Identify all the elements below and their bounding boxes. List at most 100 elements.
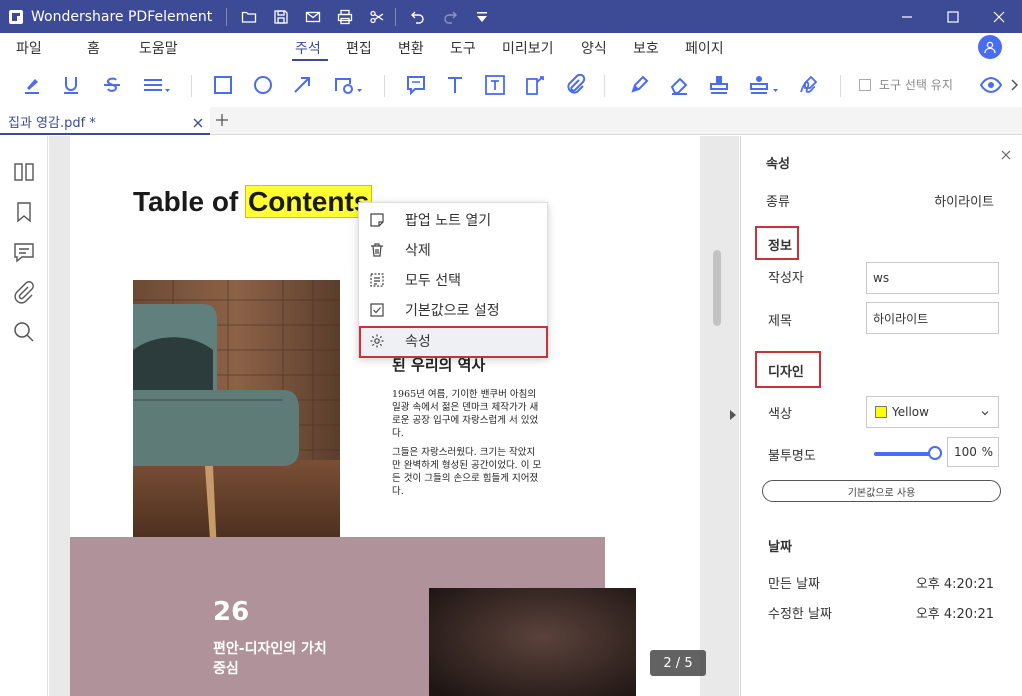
ctx-open-popup-note[interactable]: 팝업 노트 열기 <box>359 205 547 235</box>
created-value: 오후 4:20:21 <box>915 577 994 592</box>
type-label: 종류 <box>766 195 790 210</box>
menu-bar: 파일 홈 도움말 주석 편집 변환 도구 미리보기 양식 보호 페이지 <box>0 33 1022 63</box>
search-icon[interactable] <box>12 320 36 344</box>
underline-icon[interactable] <box>56 71 86 99</box>
page-indicator: 2 / 5 <box>650 650 706 676</box>
ctx-delete[interactable]: 삭제 <box>359 235 547 265</box>
rectangle-icon[interactable] <box>208 71 238 99</box>
thumbnails-icon[interactable] <box>12 160 36 184</box>
save-icon[interactable] <box>265 0 297 33</box>
color-swatch <box>875 406 887 418</box>
menu-file[interactable]: 파일 <box>16 38 42 58</box>
opacity-slider-track[interactable] <box>874 452 936 456</box>
document-tab-bar: 집과 영감.pdf * <box>0 107 1022 135</box>
interior-photo <box>429 588 636 696</box>
pdfelement-logo-icon <box>8 9 24 25</box>
attachment-icon[interactable] <box>560 71 590 99</box>
chair-photo <box>133 280 340 563</box>
attachment-panel-icon[interactable] <box>12 280 36 304</box>
cut-icon[interactable] <box>361 0 393 33</box>
eye-icon[interactable] <box>976 71 1006 99</box>
keep-tool-checkbox[interactable] <box>859 78 871 91</box>
note-icon[interactable] <box>401 71 431 99</box>
modified-label: 수정한 날짜 <box>768 607 832 622</box>
pencil-icon[interactable] <box>624 71 654 99</box>
subject-input[interactable] <box>866 302 999 334</box>
menu-comment[interactable]: 주석 <box>295 38 321 58</box>
trash-icon <box>371 243 383 257</box>
mail-icon[interactable] <box>297 0 329 33</box>
ctx-set-default[interactable]: 기본값으로 설정 <box>359 295 547 325</box>
popup-note-icon <box>370 213 384 227</box>
close-panel-icon[interactable] <box>1000 146 1012 160</box>
keep-tool-option[interactable]: 도구 선택 유지 <box>859 76 953 93</box>
textbox-icon[interactable] <box>480 71 510 99</box>
context-menu: 팝업 노트 열기 삭제 모두 선택 기본값으로 설정 속성 <box>358 202 548 358</box>
print-icon[interactable] <box>329 0 361 33</box>
highlight-icon[interactable] <box>17 71 47 99</box>
menu-protect[interactable]: 보호 <box>633 38 659 58</box>
text-icon[interactable] <box>440 71 470 99</box>
menu-page[interactable]: 페이지 <box>685 38 724 58</box>
document-tab[interactable]: 집과 영감.pdf * <box>0 107 210 135</box>
redo-icon[interactable] <box>434 0 466 33</box>
new-tab-icon[interactable] <box>214 112 230 128</box>
toolbar-separator-4 <box>840 75 841 97</box>
opacity-slider-thumb[interactable] <box>928 446 942 460</box>
minimize-icon[interactable] <box>884 0 930 33</box>
menu-edit[interactable]: 편집 <box>346 38 372 58</box>
toolbar-more-icon[interactable] <box>1006 71 1022 99</box>
menu-convert[interactable]: 변환 <box>398 38 424 58</box>
close-window-icon[interactable] <box>976 0 1022 33</box>
user-avatar-icon[interactable] <box>978 35 1002 59</box>
author-input[interactable] <box>866 262 999 294</box>
menu-form[interactable]: 양식 <box>581 38 607 58</box>
strikethrough-icon[interactable] <box>97 71 127 99</box>
chevron-down-icon <box>981 411 989 416</box>
undo-icon[interactable] <box>402 0 434 33</box>
properties-highlight-frame <box>359 326 548 358</box>
use-default-button[interactable]: 기본값으로 사용 <box>762 480 1001 502</box>
body-paragraph-2: 그들은 자랑스러웠다. 크기는 작았지만 완벽하게 형성된 공간이었다. 이 모… <box>392 447 542 497</box>
stamp-menu-icon[interactable] <box>744 71 784 99</box>
close-tab-icon[interactable] <box>192 114 204 128</box>
lines-icon[interactable] <box>137 71 175 99</box>
menu-preview[interactable]: 미리보기 <box>502 38 554 58</box>
keep-tool-label: 도구 선택 유지 <box>879 78 953 92</box>
author-label: 작성자 <box>768 271 804 286</box>
bookmark-icon[interactable] <box>12 200 36 224</box>
title-separator <box>226 7 228 26</box>
active-menu-indicator <box>292 59 328 61</box>
menu-tools[interactable]: 도구 <box>450 38 476 58</box>
callout-icon[interactable] <box>520 71 550 99</box>
toolbar-separator-3 <box>604 75 605 97</box>
opacity-input[interactable]: 100 % <box>947 437 999 467</box>
open-folder-icon[interactable] <box>233 0 265 33</box>
ctx-select-all[interactable]: 모두 선택 <box>359 265 547 295</box>
document-tab-label: 집과 영감.pdf * <box>8 116 96 131</box>
shape-icon[interactable] <box>328 71 368 99</box>
body-paragraph-1: 1965년 여름, 기이한 밴쿠버 아침의 일광 속에서 젊은 덴마크 제작가가… <box>392 389 539 439</box>
stamp-icon[interactable] <box>704 71 734 99</box>
signature-icon[interactable] <box>793 71 823 99</box>
highlight-annotation[interactable]: Contents <box>245 185 373 218</box>
menu-help[interactable]: 도움말 <box>139 38 178 58</box>
window-controls <box>884 0 1022 33</box>
vertical-scrollbar[interactable] <box>713 250 721 326</box>
eraser-icon[interactable] <box>664 71 694 99</box>
toolbar-separator-1 <box>191 75 192 97</box>
created-label: 만든 날짜 <box>768 577 820 592</box>
annotation-toolbar: 도구 선택 유지 <box>0 63 1022 107</box>
select-all-icon <box>370 273 384 287</box>
color-select[interactable]: Yellow <box>866 396 999 428</box>
arrow-icon[interactable] <box>287 71 317 99</box>
ctx-delete-label: 삭제 <box>405 243 431 259</box>
checkbox-checked-icon <box>370 303 384 317</box>
collapse-right-panel-icon[interactable] <box>730 410 736 420</box>
menu-home[interactable]: 홈 <box>87 38 100 58</box>
circle-icon[interactable] <box>248 71 278 99</box>
comment-icon[interactable] <box>12 240 36 264</box>
page-heading: Table of Contents <box>133 185 373 218</box>
maximize-icon[interactable] <box>930 0 976 33</box>
more-down-icon[interactable] <box>466 0 498 33</box>
